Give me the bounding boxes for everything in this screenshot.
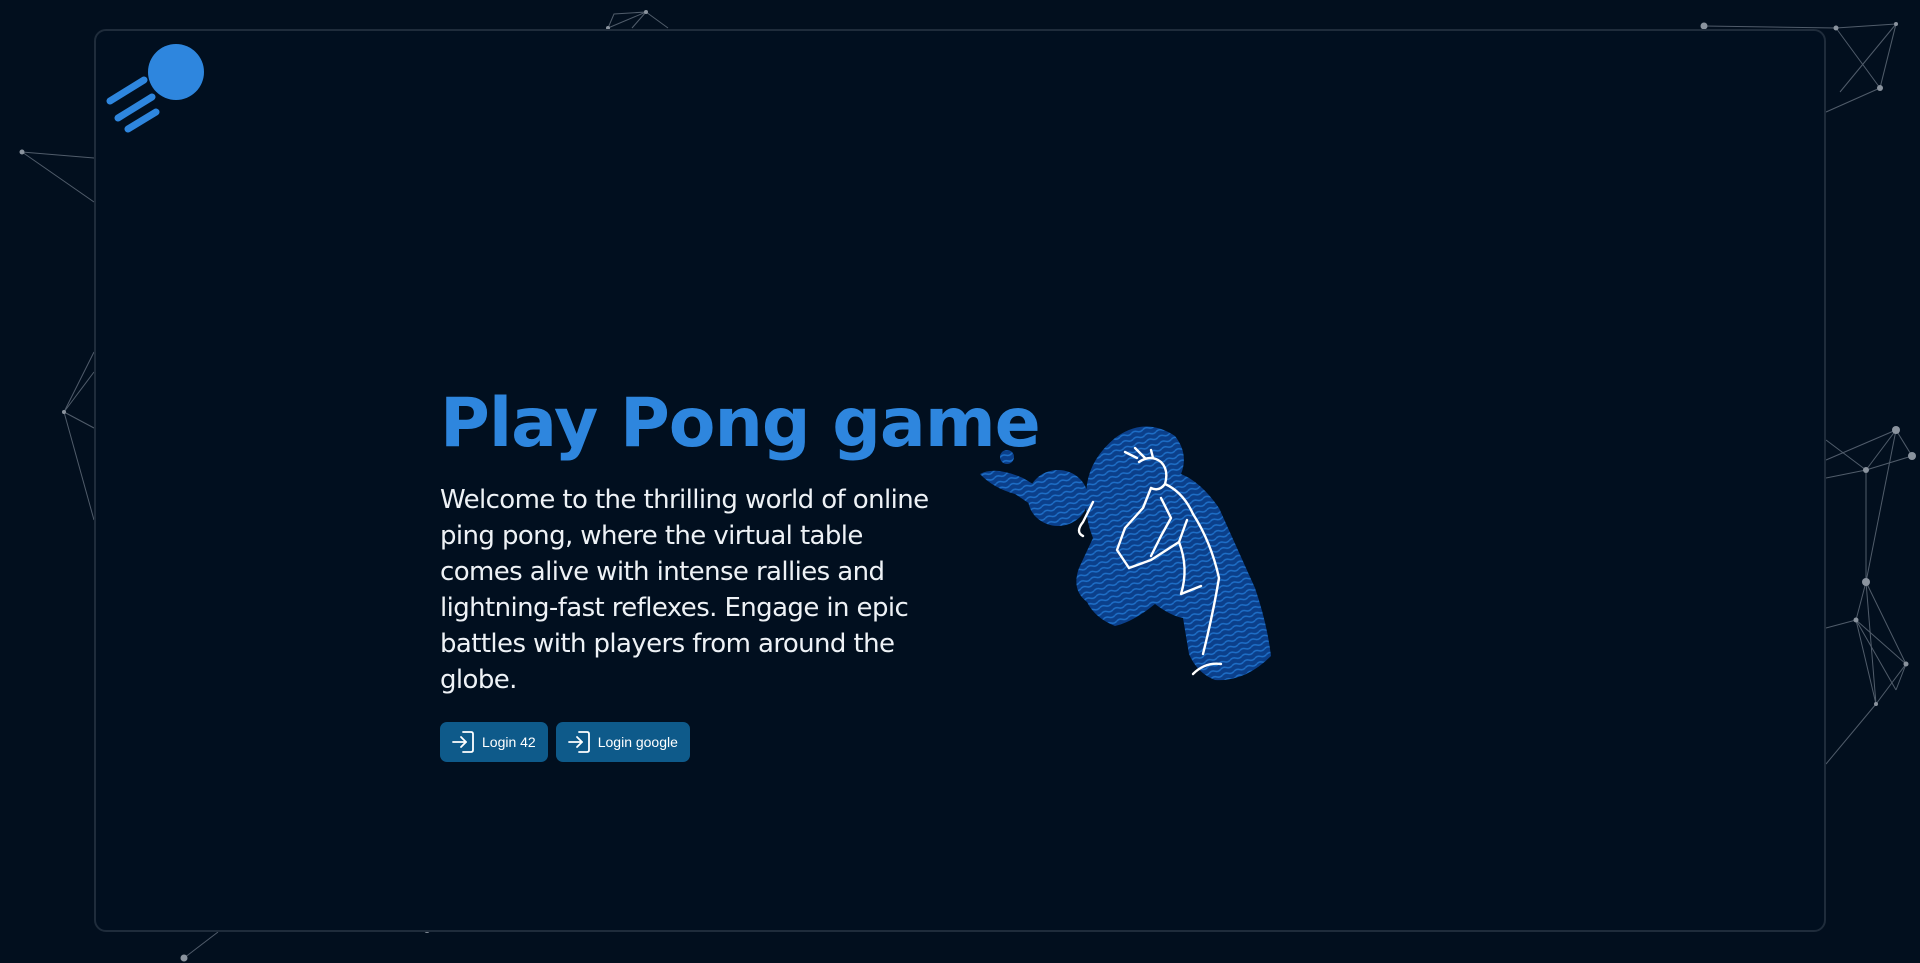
login-icon	[452, 731, 474, 753]
login-42-label: Login 42	[482, 734, 536, 750]
table-tennis-player-icon	[980, 426, 1271, 681]
hero-section: Play Pong game Welcome to the thrilling …	[440, 380, 1041, 762]
hero-description: Welcome to the thrilling world of online…	[440, 485, 929, 695]
login-actions: Login 42 Login google	[440, 722, 960, 762]
hero-title: Play Pong game	[440, 384, 1041, 463]
main-panel	[94, 29, 1826, 932]
ping-pong-ball-logo-icon[interactable]	[104, 42, 208, 134]
login-google-button[interactable]: Login google	[555, 722, 690, 762]
login-google-label: Login google	[597, 734, 678, 750]
login-42-button[interactable]: Login 42	[440, 722, 548, 762]
landing-page: Play Pong game Welcome to the thrilling …	[0, 0, 1920, 963]
login-icon	[567, 731, 590, 753]
